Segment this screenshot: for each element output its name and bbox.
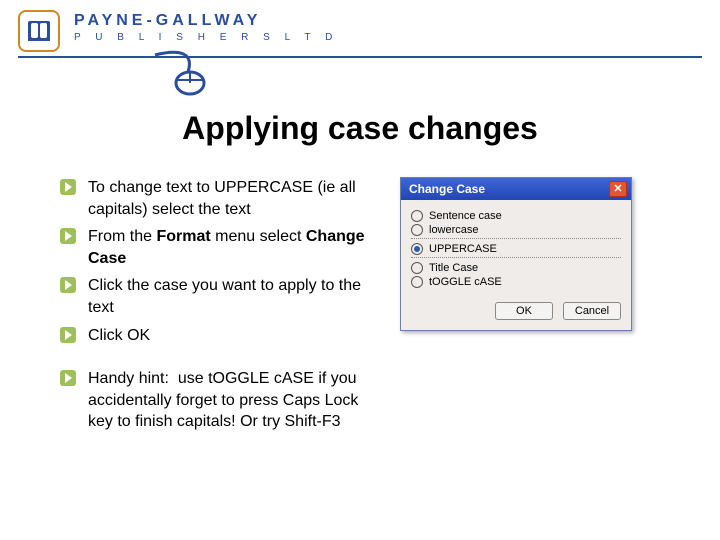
change-case-dialog: Change Case ✕ Sentence case lowercase UP… [400,177,632,331]
radio-label: tOGGLE cASE [429,276,502,288]
divider [411,257,621,258]
radio-icon [411,243,423,255]
cancel-button[interactable]: Cancel [563,302,621,320]
radio-label: lowercase [429,224,479,236]
bullet-icon [60,179,76,195]
dialog-body: Sentence case lowercase UPPERCASE Title … [401,200,631,296]
radio-label: Sentence case [429,210,502,222]
dialog-button-row: OK Cancel [401,296,631,330]
publisher-logo-icon [18,10,60,52]
list-item: From the Format menu select Change Case [60,226,380,269]
bullet-text: To change text to UPPERCASE (ie all capi… [88,179,356,218]
bullet-icon [60,370,76,386]
radio-label: Title Case [429,262,478,274]
bullet-icon [60,228,76,244]
divider [18,56,702,58]
radio-icon [411,210,423,222]
radio-icon [411,276,423,288]
list-item: Handy hint: use tOGGLE cASE if you accid… [60,368,380,433]
radio-icon [411,262,423,274]
brand-subtitle-text: P U B L I S H E R S L T D [74,32,338,43]
bullet-text: From the Format menu select Change Case [88,228,365,267]
main-content: To change text to UPPERCASE (ie all capi… [0,177,720,439]
radio-option[interactable]: UPPERCASE [411,243,621,255]
list-item: Click the case you want to apply to the … [60,275,380,318]
radio-option[interactable]: lowercase [411,224,621,236]
dialog-titlebar: Change Case ✕ [401,178,631,200]
header: PAYNE-GALLWAY P U B L I S H E R S L T D [0,0,720,56]
dialog-title-text: Change Case [409,182,485,196]
bullet-icon [60,277,76,293]
bullet-list: To change text to UPPERCASE (ie all capi… [60,177,380,439]
bullet-text: Handy hint: use tOGGLE cASE if you accid… [88,370,358,430]
radio-option[interactable]: Title Case [411,262,621,274]
brand-name-text: PAYNE-GALLWAY [74,12,338,30]
radio-label: UPPERCASE [429,243,497,255]
bullet-text: Click OK [88,327,150,344]
publisher-name: PAYNE-GALLWAY P U B L I S H E R S L T D [74,12,338,43]
bullet-icon [60,327,76,343]
list-item: To change text to UPPERCASE (ie all capi… [60,177,380,220]
slide-title: Applying case changes [0,110,720,147]
ok-button[interactable]: OK [495,302,553,320]
mouse-icon [150,50,210,100]
close-icon[interactable]: ✕ [609,181,627,197]
radio-option[interactable]: tOGGLE cASE [411,276,621,288]
radio-icon [411,224,423,236]
bullet-text: Click the case you want to apply to the … [88,277,361,316]
list-item: Click OK [60,325,380,347]
radio-option[interactable]: Sentence case [411,210,621,222]
divider [411,238,621,239]
